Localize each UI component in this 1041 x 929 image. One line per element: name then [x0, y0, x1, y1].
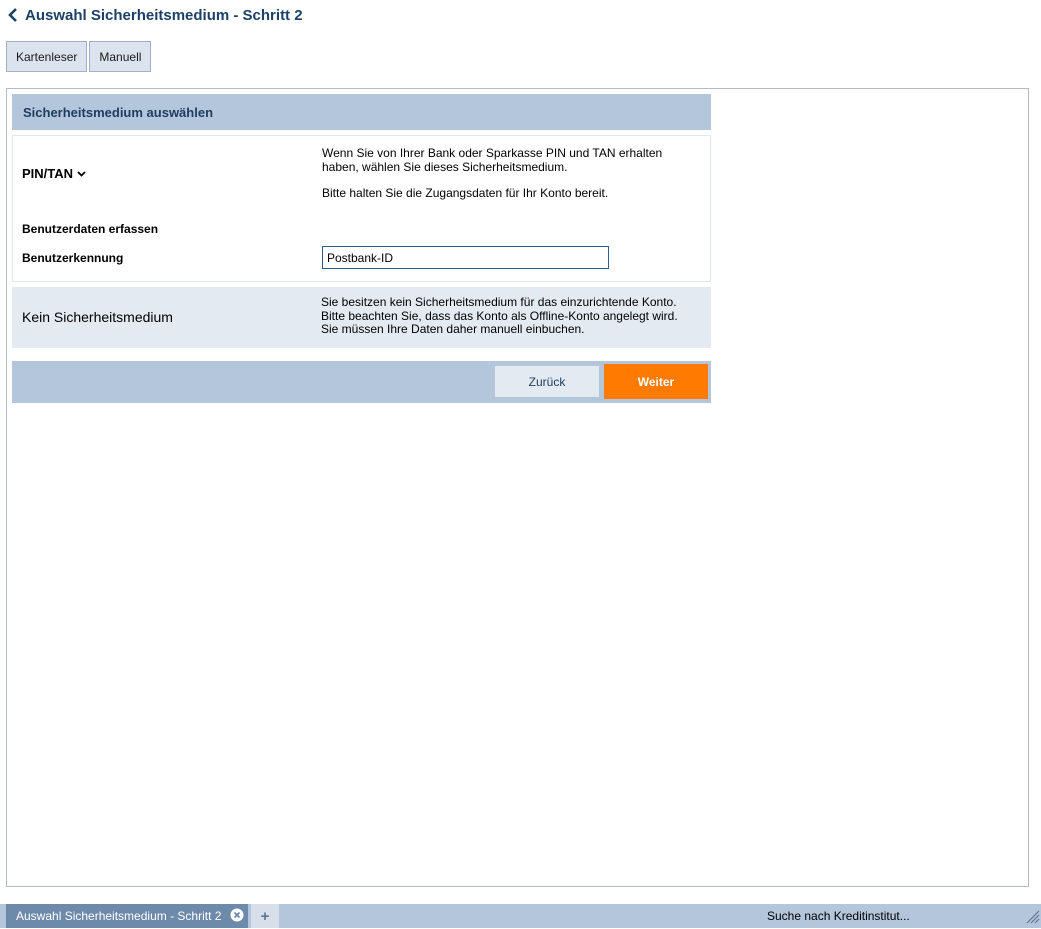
page-header: Auswahl Sicherheitsmedium - Schritt 2 [6, 4, 303, 26]
resize-grip-icon[interactable] [1026, 908, 1040, 924]
no-medium-description: Sie besitzen kein Sicherheitsmedium für … [321, 295, 701, 337]
page-title: Auswahl Sicherheitsmedium - Schritt 2 [25, 6, 303, 24]
tab-kartenleser[interactable]: Kartenleser [6, 41, 88, 72]
chevron-left-icon[interactable] [6, 7, 20, 23]
no-medium-desc-line: Sie besitzen kein Sicherheitsmedium für … [321, 295, 677, 309]
user-id-label: Benutzerkennung [22, 251, 124, 265]
no-medium-desc-line: Bitte beachten Sie, dass das Konto als O… [321, 308, 678, 323]
back-button[interactable]: Zurück [495, 366, 599, 397]
pintan-option: PIN/TAN Wenn Sie von Ihrer Bank oder Spa… [12, 135, 711, 282]
chevron-down-icon [77, 166, 86, 181]
status-tab-label: Auswahl Sicherheitsmedium - Schritt 2 [16, 909, 222, 923]
user-data-heading: Benutzerdaten erfassen [22, 222, 159, 236]
pintan-desc-1: Wenn Sie von Ihrer Bank oder Sparkasse P… [322, 146, 663, 174]
no-medium-desc-line: Sie müssen Ihre Daten daher manuell einb… [321, 322, 585, 336]
tab-manuell[interactable]: Manuell [89, 41, 152, 72]
pintan-label: PIN/TAN [22, 166, 74, 181]
user-id-input[interactable] [322, 246, 609, 269]
action-bar: Zurück Weiter [12, 361, 711, 403]
status-bar: Auswahl Sicherheitsmedium - Schritt 2 + … [0, 904, 1041, 928]
close-icon[interactable] [230, 908, 244, 922]
status-text: Suche nach Kreditinstitut... [767, 909, 910, 923]
no-medium-option[interactable]: Kein Sicherheitsmedium Sie besitzen kein… [12, 287, 711, 348]
no-medium-label: Kein Sicherheitsmedium [22, 309, 173, 325]
section-title: Sicherheitsmedium auswählen [23, 104, 214, 120]
status-tab[interactable]: Auswahl Sicherheitsmedium - Schritt 2 [6, 904, 248, 928]
pintan-desc-2: Bitte halten Sie die Zugangsdaten für Ih… [322, 186, 609, 200]
next-button[interactable]: Weiter [604, 364, 708, 399]
section-header: Sicherheitsmedium auswählen [12, 94, 711, 130]
mode-tabs: Kartenleser Manuell [6, 41, 152, 72]
pintan-dropdown[interactable]: PIN/TAN [22, 166, 86, 181]
main-panel: Sicherheitsmedium auswählen PIN/TAN Wenn… [6, 88, 1029, 887]
pintan-description: Wenn Sie von Ihrer Bank oder Sparkasse P… [322, 146, 682, 200]
add-tab-button[interactable]: + [251, 904, 279, 928]
